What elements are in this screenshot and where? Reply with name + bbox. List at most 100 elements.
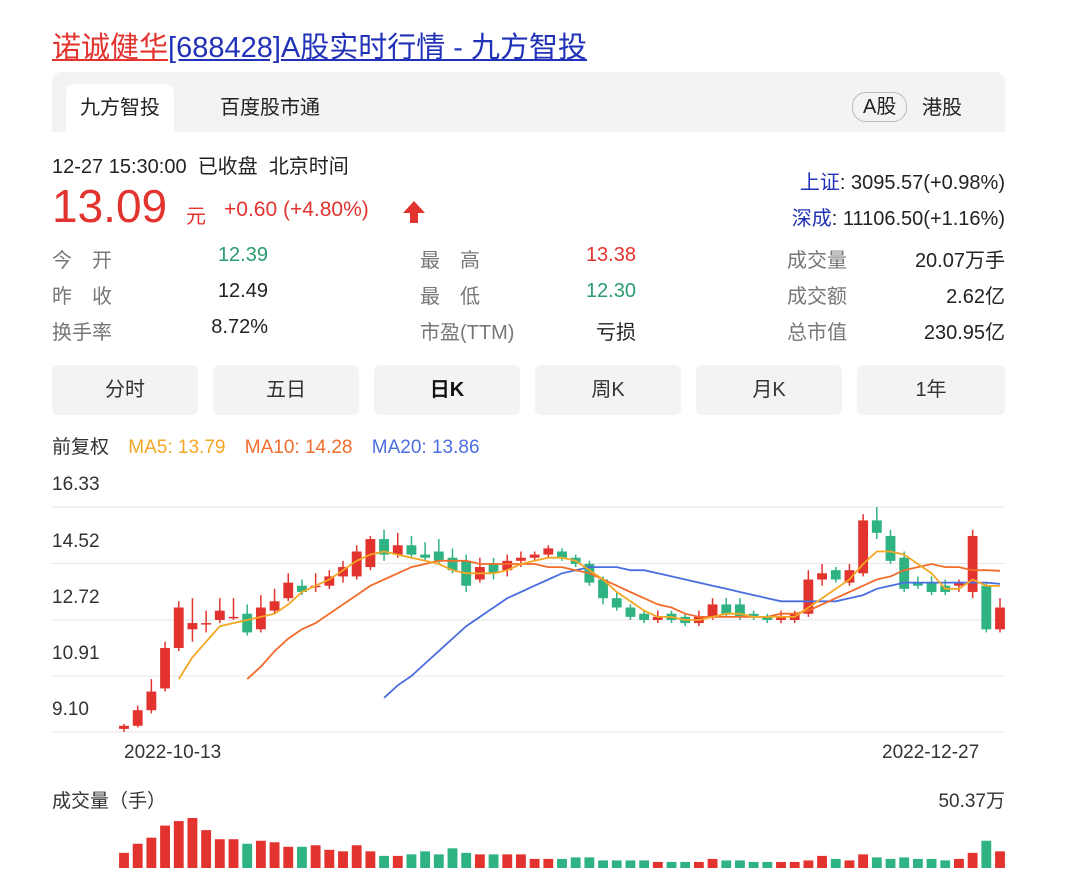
stat-label-high: 最 高 xyxy=(420,250,480,272)
tab-baidu[interactable]: 百度股市通 xyxy=(206,84,334,132)
stat-value-turnover: 8.72% xyxy=(211,316,268,338)
volume-bar xyxy=(392,855,403,868)
volume-bar xyxy=(885,858,896,868)
volume-bar xyxy=(926,858,937,868)
volume-bar xyxy=(789,861,800,868)
period-weekly-k-button[interactable]: 周K xyxy=(535,365,681,415)
stat-label-low: 最 低 xyxy=(420,286,480,308)
index-shenzhen[interactable]: 深成: 11106.50(+1.16%) xyxy=(792,202,1005,231)
candle-body xyxy=(625,607,636,617)
adjust-mode-label[interactable]: 前复权 xyxy=(52,437,109,458)
candle-body xyxy=(858,520,869,574)
period-5day-button[interactable]: 五日 xyxy=(213,365,359,415)
candle-body xyxy=(283,582,294,599)
volume-bar xyxy=(132,843,143,868)
market-a-share[interactable]: A股 xyxy=(852,92,908,122)
tab-jiufang[interactable]: 九方智投 xyxy=(66,84,174,132)
volume-bar xyxy=(693,861,704,868)
period-monthly-k-button[interactable]: 月K xyxy=(696,365,842,415)
volume-bar xyxy=(269,842,280,868)
x-start-date: 2022-10-13 xyxy=(124,742,222,763)
stock-code-link[interactable]: [688428] xyxy=(168,32,281,64)
volume-bar xyxy=(735,860,745,868)
candle-body xyxy=(228,616,239,619)
volume-bar xyxy=(954,858,964,868)
candle-body xyxy=(406,545,417,555)
volume-bar xyxy=(338,851,348,868)
index-shanghai-name[interactable]: 上证 xyxy=(800,172,840,194)
volume-bar xyxy=(297,846,307,868)
candle-body xyxy=(433,551,444,561)
volume-bar xyxy=(228,839,239,868)
stat-label-prev-close: 昨 收 xyxy=(52,286,112,308)
volume-bar xyxy=(365,851,376,868)
candle-body xyxy=(201,623,212,625)
candle-body xyxy=(173,607,184,648)
volume-bar xyxy=(817,855,827,868)
index-shenzhen-name[interactable]: 深成 xyxy=(792,208,832,230)
ma20-legend: MA20: 13.86 xyxy=(371,437,480,458)
index-shanghai[interactable]: 上证: 3095.57(+0.98%) xyxy=(800,166,1005,195)
candle-body xyxy=(146,691,157,711)
candle-body xyxy=(871,520,882,533)
volume-bar xyxy=(516,854,526,868)
volume-bar xyxy=(173,821,184,868)
volume-bar xyxy=(529,858,540,868)
market-hk[interactable]: 港股 xyxy=(922,92,962,124)
stat-label-open: 今 开 xyxy=(52,250,112,272)
source-tab-bar: 九方智投 百度股市通 A股 港股 xyxy=(52,72,1005,132)
page-title[interactable]: 诺诚健华[688428]A股实时行情 - 九方智投 xyxy=(52,24,587,66)
volume-bar xyxy=(557,858,567,868)
candle-body xyxy=(981,585,992,630)
quote-time-row: 12-27 15:30:00 已收盘 北京时间 xyxy=(52,150,349,179)
volume-bar xyxy=(406,854,417,868)
volume-bar xyxy=(420,851,431,868)
quote-time: 12-27 15:30:00 xyxy=(52,156,187,178)
volume-bar xyxy=(967,852,978,868)
candle-body xyxy=(269,601,280,611)
candle-body xyxy=(132,710,143,726)
volume-bar xyxy=(830,858,841,868)
ma5-line xyxy=(178,550,1001,680)
period-1year-button[interactable]: 1年 xyxy=(857,365,1005,415)
ma5-legend: MA5: 13.79 xyxy=(128,437,226,458)
volume-bar xyxy=(598,860,608,868)
current-price: 13.09 xyxy=(52,180,168,232)
candle-body xyxy=(926,582,937,592)
index-shenzhen-value: : 11106.50(+1.16%) xyxy=(831,208,1005,230)
period-daily-k-button[interactable]: 日K xyxy=(374,365,520,415)
candle-body xyxy=(707,604,718,617)
stat-label-volume: 成交量 xyxy=(787,250,847,272)
volume-bar xyxy=(570,857,581,868)
up-arrow-icon xyxy=(403,201,425,223)
volume-bar xyxy=(652,861,663,868)
volume-bar xyxy=(584,857,595,868)
title-rest-link[interactable]: A股实时行情 - 九方智投 xyxy=(281,32,587,64)
stat-label-turnover: 换手率 xyxy=(52,322,112,344)
candle-body xyxy=(885,535,896,561)
stock-name-link[interactable]: 诺诚健华 xyxy=(52,32,168,64)
volume-bar xyxy=(201,830,212,868)
volume-bar xyxy=(803,860,814,868)
period-intraday-button[interactable]: 分时 xyxy=(52,365,198,415)
volume-bar xyxy=(255,840,266,868)
volume-bar xyxy=(447,848,458,868)
volume-bar xyxy=(502,854,513,868)
candle-body xyxy=(967,535,978,592)
x-end-date: 2022-12-27 xyxy=(882,742,980,763)
volume-bar xyxy=(981,840,992,868)
candlestick-chart[interactable] xyxy=(0,470,1080,740)
candle-body xyxy=(242,613,253,633)
candle-body xyxy=(639,613,650,620)
volume-bar xyxy=(242,843,253,868)
volume-bar xyxy=(871,857,882,868)
volume-bar xyxy=(995,851,1005,868)
volume-bar xyxy=(160,825,170,868)
candle-body xyxy=(543,548,554,555)
index-shanghai-value: : 3095.57(+0.98%) xyxy=(839,172,1005,194)
candle-body xyxy=(830,570,841,580)
volume-chart[interactable] xyxy=(0,810,1080,870)
timezone: 北京时间 xyxy=(268,156,349,178)
candle-body xyxy=(611,598,622,608)
candle-body xyxy=(160,647,170,689)
